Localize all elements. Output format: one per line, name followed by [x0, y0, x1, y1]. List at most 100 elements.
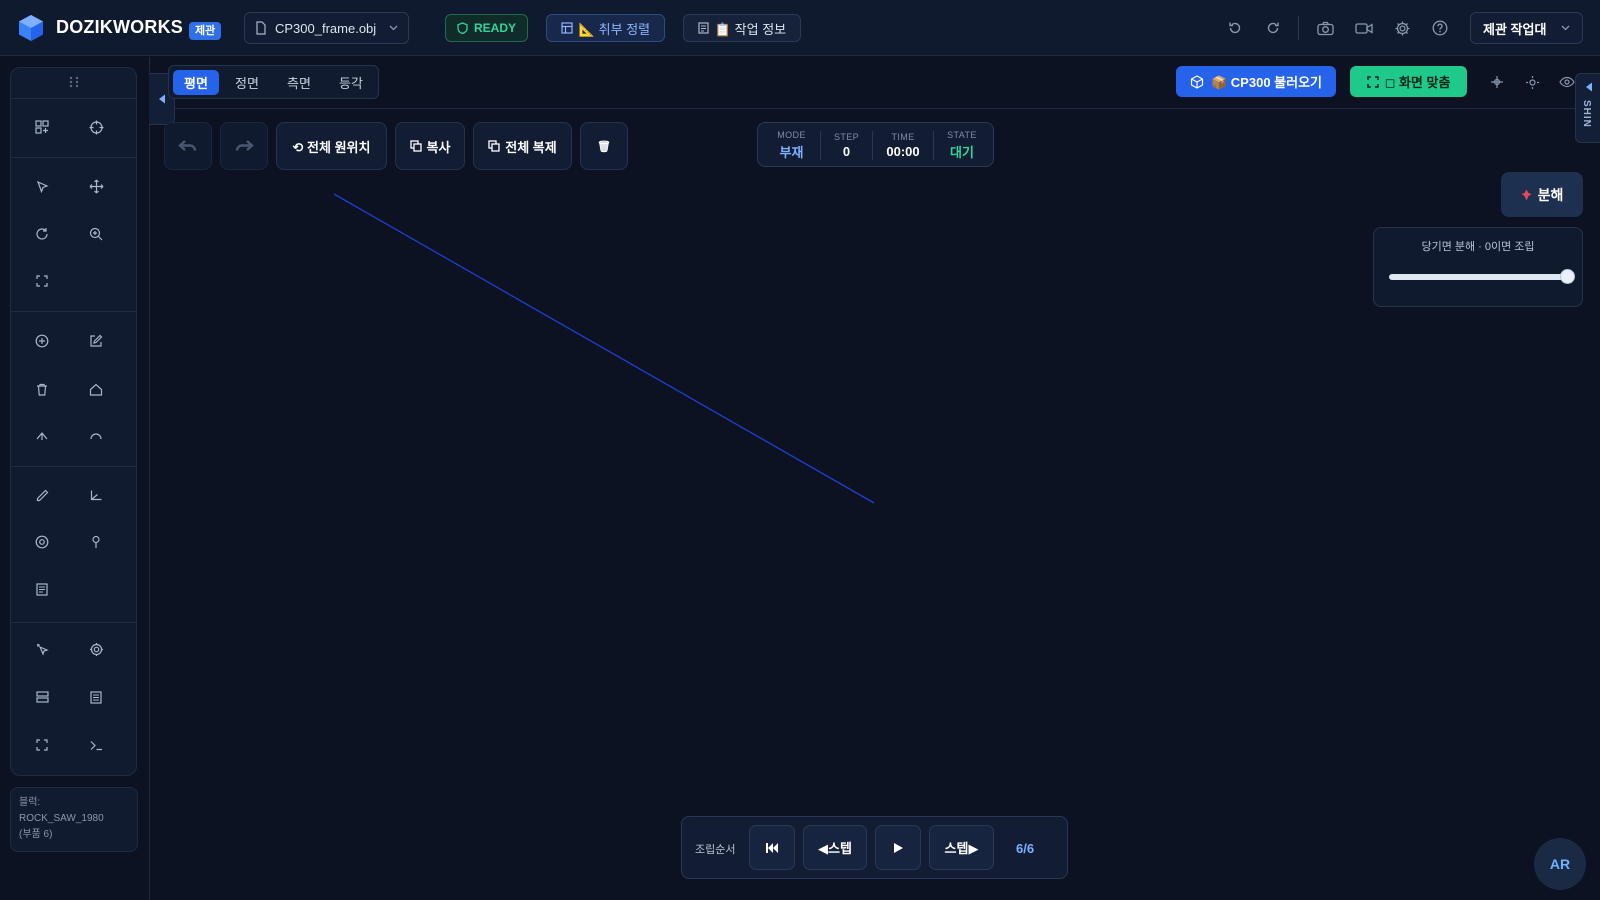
document-icon[interactable] [85, 686, 107, 708]
assembly-step-bar: 조립순서 ◀스텝 스텝▶ 6/6 [681, 816, 1068, 879]
document-icon [698, 22, 709, 34]
align-button-label: 📐 취부 정렬 [578, 21, 651, 37]
hud-mode-value: 부재 [779, 145, 804, 160]
rotate-icon[interactable] [31, 223, 53, 245]
cube-icon [1190, 74, 1204, 89]
hud-state-value: 대기 [950, 145, 974, 160]
settings-icon[interactable] [1390, 16, 1414, 40]
server-icon[interactable] [31, 686, 53, 708]
toolbar-divider [1298, 16, 1299, 40]
panel-divider [11, 98, 136, 99]
redo-button[interactable] [220, 122, 268, 170]
axis-icon[interactable] [1487, 72, 1507, 92]
layout-icon [561, 22, 573, 34]
copy-button[interactable]: 복사 [395, 122, 465, 170]
angle-icon[interactable] [85, 484, 107, 506]
view-tabs: 평면 정면 측면 등각 [168, 65, 379, 99]
edit-icon[interactable] [85, 330, 107, 352]
reset-all-position-button[interactable]: ⟲ 전체 원위치 [276, 122, 387, 170]
play-button[interactable] [875, 825, 921, 870]
delete-icon: 🗑 [597, 140, 611, 153]
duplicate-all-button[interactable]: 전체 복제 [473, 122, 572, 170]
work-info-label: 📋 작업 정보 [714, 21, 787, 37]
prev-step-label: ◀스텝 [818, 841, 852, 856]
expand-icon[interactable] [31, 734, 53, 756]
eye-icon[interactable] [1557, 72, 1577, 92]
settings-icon[interactable] [85, 638, 107, 660]
chevron-down-icon [1561, 25, 1570, 31]
crosshair-icon[interactable] [85, 116, 107, 138]
tool-panel [10, 67, 137, 776]
move-icon[interactable] [85, 175, 107, 197]
notes-icon[interactable] [31, 578, 53, 600]
brand-badge: 제관 [189, 22, 222, 40]
redo-arrow-icon [235, 140, 254, 151]
explode-slider-thumb[interactable] [1559, 269, 1575, 284]
duplicate-icon [488, 140, 500, 152]
pin-icon[interactable] [85, 531, 107, 553]
hud-mode: MODE 부재 [764, 123, 819, 168]
status-text: READY [473, 21, 516, 35]
shield-icon [457, 22, 468, 34]
skip-back-icon [766, 842, 778, 853]
panel-divider [11, 311, 136, 312]
pointer-icon[interactable] [31, 175, 53, 197]
first-step-button[interactable] [749, 825, 795, 870]
prev-step-button[interactable]: ◀스텝 [803, 825, 867, 870]
chevron-left-icon [158, 94, 165, 104]
hud-time-value: 00:00 [886, 144, 920, 159]
target-icon[interactable] [31, 531, 53, 553]
align-button[interactable]: 📐 취부 정렬 [546, 14, 665, 42]
ar-button[interactable]: AR [1534, 838, 1586, 890]
tab-side-view[interactable]: 측면 [276, 70, 322, 95]
sun-icon[interactable] [1522, 72, 1542, 92]
cursor-click-icon[interactable] [31, 638, 53, 660]
undo-icon[interactable] [1223, 16, 1247, 40]
redo-icon[interactable] [1261, 16, 1285, 40]
fit-view-label: ◻ 화면 맞춤 [1384, 75, 1451, 90]
arrow-up-icon[interactable] [31, 425, 53, 447]
copy-icon [409, 140, 422, 152]
fullscreen-icon[interactable] [31, 270, 53, 292]
help-icon[interactable] [1428, 16, 1452, 40]
fit-view-button[interactable]: ◻ 화면 맞춤 [1350, 66, 1467, 97]
drag-handle-icon[interactable] [68, 75, 80, 89]
explode-slider-label: 당기면 분해 · 0이면 조립 [1421, 241, 1535, 253]
file-icon [256, 21, 266, 35]
workbench-select[interactable]: 제관 작업대 [1470, 12, 1583, 44]
tab-front-view[interactable]: 정면 [224, 70, 270, 95]
work-info-button[interactable]: 📋 작업 정보 [683, 14, 801, 42]
hud-state: STATE 대기 [934, 123, 990, 168]
video-icon[interactable] [1352, 16, 1376, 40]
explode-button[interactable]: 분해 [1501, 172, 1583, 217]
next-step-button[interactable]: 스텝▶ [929, 825, 994, 870]
panel-divider [11, 466, 136, 467]
terminal-icon[interactable] [85, 734, 107, 756]
explode-slider-track[interactable] [1389, 274, 1567, 280]
tab-isometric-view[interactable]: 등각 [328, 70, 374, 95]
arc-icon[interactable] [85, 425, 107, 447]
block-info-parts: (부품 6) [19, 829, 53, 840]
step-counter: 6/6 [1016, 841, 1035, 856]
brand-name: DOZIKWORKS [56, 17, 183, 37]
duplicate-all-label: 전체 복제 [505, 139, 557, 155]
hud-mode-label: MODE [777, 130, 806, 140]
camera-icon[interactable] [1313, 16, 1337, 40]
delete-button[interactable]: 🗑 [580, 122, 628, 170]
logo-icon [19, 15, 43, 41]
file-select[interactable]: CP300_frame.obj [244, 12, 409, 44]
load-model-button[interactable]: 📦 CP300 불러오기 [1176, 66, 1336, 97]
fit-screen-icon [1366, 75, 1379, 88]
hud-step: STEP 0 [821, 123, 872, 168]
next-step-label: 스텝▶ [944, 841, 979, 856]
trash-icon[interactable] [31, 378, 53, 400]
tab-top-view[interactable]: 평면 [173, 70, 219, 95]
copy-label: 복사 [426, 139, 451, 155]
grid-add-icon[interactable] [31, 116, 53, 138]
home-icon[interactable] [85, 378, 107, 400]
pencil-icon[interactable] [31, 484, 53, 506]
undo-button[interactable] [164, 122, 212, 170]
side-panel-label: SHIN [1581, 100, 1592, 128]
zoom-in-icon[interactable] [85, 223, 107, 245]
plus-circle-icon[interactable] [31, 330, 53, 352]
